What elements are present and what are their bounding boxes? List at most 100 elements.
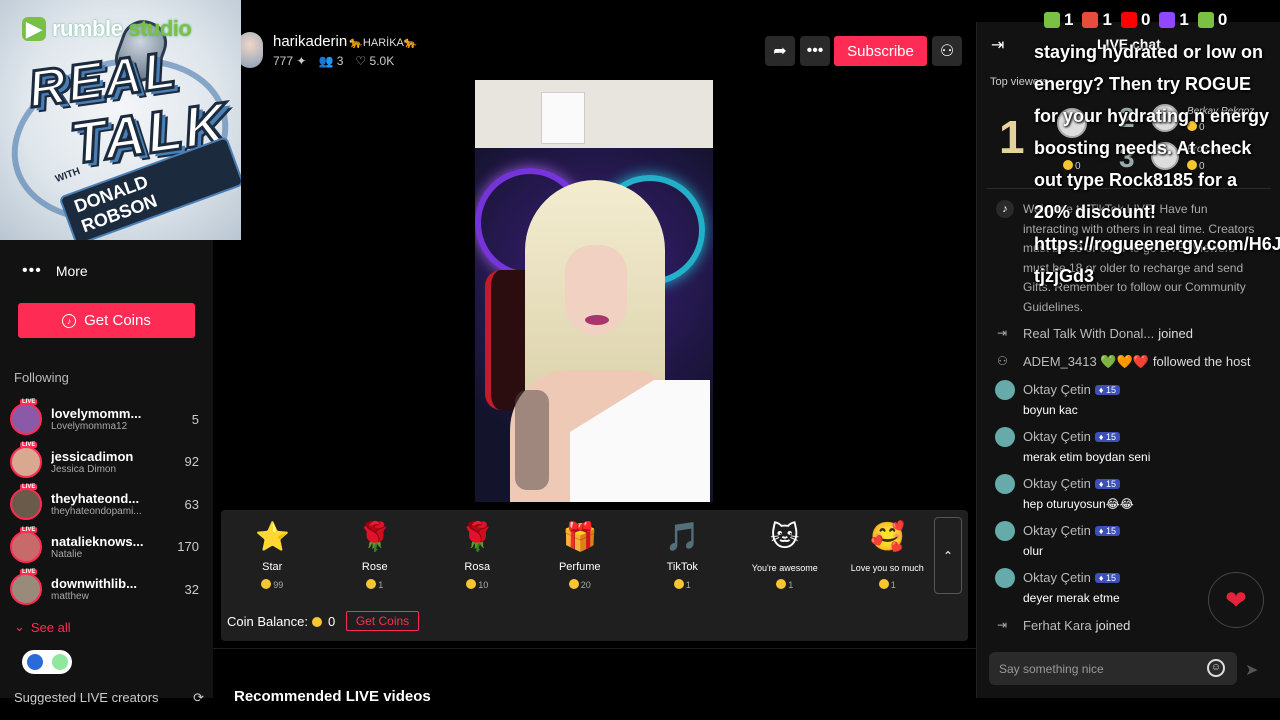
subscribe-button[interactable]: Subscribe [834, 36, 927, 66]
chevron-up-icon: ⌃ [942, 548, 954, 563]
gift-icon: 🎵 [665, 521, 701, 552]
following-item[interactable]: LIVE natalieknows... Natalie 170 [10, 526, 205, 569]
coin-balance-label: Coin Balance: [227, 614, 308, 629]
gift-item[interactable]: ⭐ Star 99 [221, 510, 324, 602]
following-item[interactable]: LIVE lovelymomm... Lovelymomma12 5 [10, 398, 205, 441]
more-options-button[interactable]: ••• [800, 36, 830, 66]
like-heart-button[interactable]: ❤ [1208, 572, 1264, 628]
following-item[interactable]: LIVE downwithlib... matthew 32 [10, 568, 205, 611]
level-badge: ♦ 15 [1094, 573, 1121, 583]
gift-name: Perfume [558, 561, 601, 573]
collapse-chat-button[interactable]: ⇥ [991, 35, 1004, 55]
following-list: LIVE lovelymomm... Lovelymomma12 5 LIVE … [10, 398, 205, 611]
share-button[interactable]: ➦ [765, 36, 795, 66]
sparkle-icon: ✦ [296, 54, 307, 68]
live-badge: LIVE [20, 569, 38, 576]
expand-gifts-button[interactable]: ⌃ [934, 517, 962, 594]
gift-icon: 🎁 [562, 521, 598, 552]
following-item[interactable]: LIVE theyhateond... theyhateondopami... … [10, 483, 205, 526]
chat-username[interactable]: Real Talk With Donal... [1023, 326, 1154, 341]
chat-username[interactable]: Oktay Çetin ♦ 15 [1023, 476, 1121, 491]
chat-username[interactable]: Oktay Çetin ♦ 15 [1023, 523, 1121, 538]
stat-value: 0 [1140, 10, 1151, 29]
chat-event-action: followed the host [1152, 354, 1251, 369]
avatar: LIVE [10, 569, 42, 606]
following-text: theyhateond... theyhateondopami... [51, 491, 166, 517]
share-icon: ➦ [773, 43, 787, 60]
gift-name: Star [262, 561, 283, 573]
avatar[interactable] [995, 380, 1015, 400]
gift-name: Love you so much [850, 563, 924, 573]
avatar[interactable] [995, 474, 1015, 494]
live-badge: LIVE [20, 526, 38, 533]
chat-event: Ferhat Kara joined [1023, 618, 1130, 633]
avatar[interactable] [995, 427, 1015, 447]
following-viewer-count: 92 [184, 454, 199, 470]
stream-stats-overlay: 1 1 0 1 0 [1044, 10, 1227, 30]
send-icon[interactable]: ➤ [1245, 660, 1258, 680]
chat-input[interactable] [999, 659, 1199, 679]
coin-icon [261, 579, 272, 589]
avatar[interactable] [995, 521, 1015, 541]
chat-username[interactable]: ADEM_3413 💚🧡❤️ [1023, 354, 1149, 369]
rumble-icon [1044, 12, 1060, 28]
live-badge: LIVE [20, 399, 38, 406]
avatar: LIVE [10, 441, 42, 478]
rumble-word: rumble [52, 16, 123, 41]
more-menu-item[interactable]: ••• More [22, 262, 88, 280]
gift-item[interactable]: 🐱 You're awesome 1 [734, 510, 837, 602]
toggle-left-icon [26, 654, 43, 670]
stat-users: 1 [1082, 10, 1112, 30]
gift-item[interactable]: 🎁 Perfume 20 [529, 510, 632, 602]
gift-item[interactable]: 🌹 Rosa 10 [426, 510, 529, 602]
gift-name: Rosa [464, 561, 491, 573]
following-text: downwithlib... matthew [51, 576, 166, 602]
get-coins-button[interactable]: ♪ Get Coins [18, 303, 195, 338]
following-name: downwithlib... [51, 576, 137, 592]
coin-balance: Coin Balance: 0 [227, 614, 335, 629]
get-coins-small-button[interactable]: Get Coins [346, 611, 419, 631]
following-viewer-count: 32 [184, 581, 199, 597]
gift-price: 1 [734, 579, 837, 590]
following-subname: Lovelymomma12 [51, 421, 128, 433]
heart-outline-icon: ♡ [355, 54, 367, 68]
following-item[interactable]: LIVE jessicadimon Jessica Dimon 92 [10, 441, 205, 484]
get-coins-label: Get Coins [84, 312, 151, 329]
stat-value: 1 [1064, 10, 1074, 29]
gift-item[interactable]: 🥰 Love you so much 1 [836, 510, 939, 602]
hearts-value: 5.0K [369, 54, 395, 68]
user-settings-button[interactable]: ⚇ [932, 36, 962, 66]
stat-link: 0 [1197, 10, 1227, 30]
live-video-player[interactable] [475, 80, 713, 502]
likes-value: 777 [273, 54, 294, 68]
coin-icon [466, 579, 477, 589]
chat-username[interactable]: Ferhat Kara [1023, 618, 1092, 633]
gift-item[interactable]: 🎵 TikTok 1 [631, 510, 734, 602]
rumble-play-icon: ▶ [22, 16, 46, 41]
twitch-icon [1159, 12, 1176, 28]
ellipsis-icon: ••• [22, 262, 42, 279]
following-text: lovelymomm... Lovelymomma12 [51, 406, 166, 432]
gift-item[interactable]: 🌹 Rose 1 [324, 510, 427, 602]
gift-icon: 🌹 [460, 521, 496, 552]
following-text: natalieknows... Natalie [51, 534, 166, 560]
see-all-link[interactable]: ⌄ See all [14, 619, 71, 635]
emoji-icon[interactable]: ☺ [1207, 659, 1225, 677]
heart-icon: ❤ [1225, 584, 1247, 615]
chat-username[interactable]: Oktay Çetin ♦ 15 [1023, 570, 1121, 585]
chat-username[interactable]: Oktay Çetin ♦ 15 [1023, 429, 1121, 444]
rumble-studio-logo: ▶ rumble studio [22, 16, 192, 42]
gift-price: 10 [426, 579, 529, 590]
level-badge: ♦ 15 [1094, 526, 1121, 536]
refresh-icon[interactable]: ⟳ [193, 690, 204, 706]
gift-name: TikTok [666, 561, 698, 573]
following-subname: Jessica Dimon [51, 463, 117, 475]
host-stats: 777 ✦ 👥 3 ♡ 5.0K [273, 54, 394, 68]
chat-event: Real Talk With Donal... joined [1023, 326, 1193, 341]
host-name[interactable]: harikaderin 🐆HARİKA🐆 [273, 33, 418, 50]
avatar[interactable] [995, 568, 1015, 588]
stream-toggle-widget[interactable] [22, 650, 72, 674]
chat-username[interactable]: Oktay Çetin ♦ 15 [1023, 382, 1121, 397]
gift-price: 1 [836, 579, 939, 590]
see-all-label: See all [30, 619, 71, 635]
